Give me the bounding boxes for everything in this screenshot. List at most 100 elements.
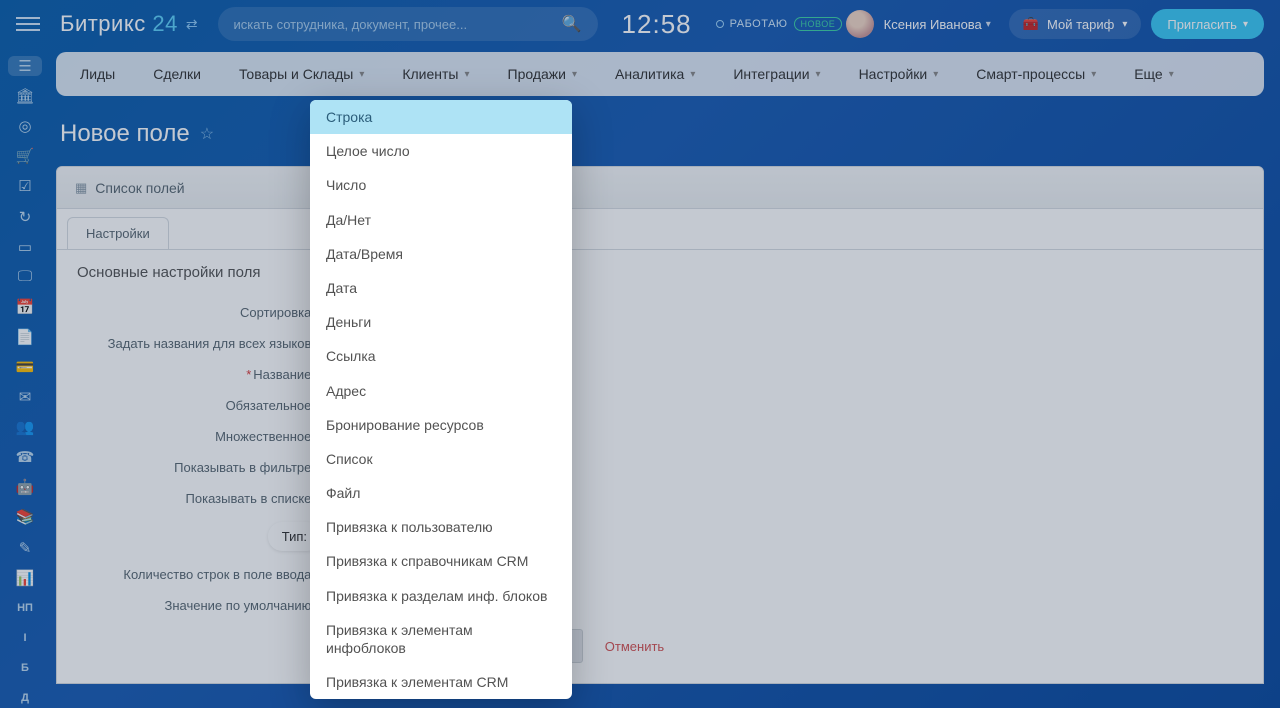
nav-tab-label: Лиды <box>80 66 115 82</box>
rail-chart-icon[interactable]: 📊 <box>8 568 42 588</box>
logo-suffix: 24 <box>152 11 177 36</box>
chevron-down-icon: ▾ <box>1091 69 1096 80</box>
nav-tab-label: Клиенты <box>402 66 458 82</box>
dropdown-option[interactable]: Привязка к пользователю <box>310 510 572 544</box>
rail-calendar-icon[interactable]: 📅 <box>8 297 42 317</box>
work-status[interactable]: РАБОТАЮ НОВОЕ <box>716 17 843 31</box>
search-box[interactable]: 🔍 <box>218 7 598 41</box>
dropdown-option[interactable]: Дата <box>310 271 572 305</box>
page-title: Новое поле ☆ <box>60 120 1264 148</box>
left-rail: ☰ 🏛 ◎ 🛒 ☑ ↻ ▭ 🖵 📅 📄 💳 ✉ 👥 ☎ 🤖 📚 ✎ 📊 НП І… <box>0 48 50 708</box>
dropdown-option[interactable]: Привязка к элементам инфоблоков <box>310 613 572 665</box>
rail-wallet-icon[interactable]: 💳 <box>8 357 42 377</box>
tariff-label: Мой тариф <box>1047 17 1114 32</box>
rail-b[interactable]: Б <box>8 658 42 678</box>
invite-button[interactable]: Пригласить ▾ <box>1151 9 1264 39</box>
favorite-star-icon[interactable]: ☆ <box>200 124 214 144</box>
tariff-button[interactable]: 🧰 Мой тариф ▾ <box>1009 9 1142 39</box>
dropdown-option[interactable]: Строка <box>310 100 572 134</box>
form-panel: ▦ Список полей Настройки Основные настро… <box>56 166 1264 684</box>
logo-switch-icon[interactable]: ⇄ <box>186 16 198 33</box>
nav-tab[interactable]: Продажи ▾ <box>490 52 596 96</box>
dropdown-option[interactable]: Адрес <box>310 374 572 408</box>
dropdown-option[interactable]: Число <box>310 168 572 202</box>
dropdown-option[interactable]: Файл <box>310 476 572 510</box>
dropdown-option[interactable]: Привязка к справочникам CRM <box>310 544 572 578</box>
rail-np[interactable]: НП <box>8 598 42 618</box>
chevron-down-icon: ▾ <box>572 69 577 80</box>
topbar: Битрикс 24 ⇄ 🔍 12:58 РАБОТАЮ НОВОЕ Ксени… <box>0 0 1280 48</box>
chevron-down-icon: ▾ <box>359 69 364 80</box>
nav-tab[interactable]: Сделки <box>135 52 219 96</box>
rail-card-icon[interactable]: ▭ <box>8 237 42 257</box>
nav-tab[interactable]: Аналитика▾ <box>597 52 713 96</box>
label-sort: Сортировка: <box>77 305 321 320</box>
chevron-down-icon: ▾ <box>816 69 821 80</box>
nav-tab[interactable]: Еще▾ <box>1116 52 1192 96</box>
label-rows: Количество строк в поле ввода: <box>77 567 321 582</box>
chevron-down-icon: ▾ <box>1122 19 1127 30</box>
rail-check-icon[interactable]: ☑ <box>8 176 42 196</box>
dropdown-option[interactable]: Целое число <box>310 134 572 168</box>
rail-i[interactable]: І <box>8 628 42 648</box>
tab-settings[interactable]: Настройки <box>67 217 169 249</box>
rail-book-icon[interactable]: 📚 <box>8 507 42 527</box>
nav-tab[interactable]: Интеграции▾ <box>715 52 838 96</box>
username[interactable]: Ксения Иванова <box>884 17 982 32</box>
rail-robot-icon[interactable]: 🤖 <box>8 477 42 497</box>
rail-refresh-icon[interactable]: ↻ <box>8 206 42 226</box>
dropdown-option[interactable]: Да/Нет <box>310 203 572 237</box>
rail-target-icon[interactable]: ◎ <box>8 116 42 136</box>
menu-toggle[interactable] <box>16 12 40 36</box>
type-dropdown[interactable]: СтрокаЦелое числоЧислоДа/НетДата/ВремяДа… <box>310 100 572 699</box>
rail-cart-icon[interactable]: 🛒 <box>8 146 42 166</box>
nav-tab-label: Настройки <box>859 66 928 82</box>
label-name: *Название: <box>77 367 321 382</box>
rail-pencil-icon[interactable]: ✎ <box>8 538 42 558</box>
avatar[interactable] <box>846 10 874 38</box>
search-input[interactable] <box>234 17 562 32</box>
dropdown-option[interactable]: Привязка к элементам CRM <box>310 665 572 699</box>
label-required: Обязательное: <box>77 398 321 413</box>
rail-doc-icon[interactable]: 📄 <box>8 327 42 347</box>
rail-d[interactable]: Д <box>8 688 42 708</box>
search-icon: 🔍 <box>562 14 582 34</box>
clock: 12:58 <box>622 9 692 40</box>
nav-tab[interactable]: Клиенты▾ <box>384 52 487 96</box>
rail-people-icon[interactable]: 👥 <box>8 417 42 437</box>
status-label: РАБОТАЮ <box>730 18 788 30</box>
rail-phone-icon[interactable]: ☎ <box>8 447 42 467</box>
nav-tab[interactable]: Товары и Склады ▾ <box>221 52 382 96</box>
panel-list-link[interactable]: ▦ Список полей <box>57 167 1263 209</box>
dropdown-option[interactable]: Привязка к разделам инф. блоков <box>310 579 572 613</box>
rail-building-icon[interactable]: 🏛 <box>8 86 42 106</box>
dropdown-option[interactable]: Бронирование ресурсов <box>310 408 572 442</box>
nav-tab-label: Продажи <box>508 66 566 82</box>
page-title-text: Новое поле <box>60 120 190 148</box>
nav-tab-label: Смарт-процессы <box>976 66 1085 82</box>
rail-monitor-icon[interactable]: 🖵 <box>8 267 42 287</box>
nav-tab-label: Аналитика <box>615 66 684 82</box>
logo[interactable]: Битрикс 24 <box>60 11 178 37</box>
label-multiple: Множественное: <box>77 429 321 444</box>
cancel-button[interactable]: Отменить <box>597 629 672 663</box>
dropdown-option[interactable]: Дата/Время <box>310 237 572 271</box>
dropdown-option[interactable]: Ссылка <box>310 339 572 373</box>
chevron-down-icon[interactable]: ▾ <box>986 19 991 30</box>
dropdown-option[interactable]: Деньги <box>310 305 572 339</box>
nav-tab[interactable]: Настройки ▾ <box>841 52 957 96</box>
chevron-down-icon: ▾ <box>1169 69 1174 80</box>
chevron-down-icon: ▾ <box>933 69 938 80</box>
invite-label: Пригласить <box>1167 17 1237 32</box>
panel-body: Основные настройки поля Сортировка: Зада… <box>57 249 1263 683</box>
rail-mail-icon[interactable]: ✉ <box>8 387 42 407</box>
status-dot-icon <box>716 20 724 28</box>
nav-tabs: ЛидыСделкиТовары и Склады▾Клиенты▾Продаж… <box>56 52 1264 96</box>
list-icon: ▦ <box>75 180 87 196</box>
nav-tab-label: Товары и Склады <box>239 66 353 82</box>
dropdown-option[interactable]: Список <box>310 442 572 476</box>
status-badge: НОВОЕ <box>794 17 843 31</box>
rail-filter-icon[interactable]: ☰ <box>8 56 42 76</box>
nav-tab[interactable]: Смарт-процессы ▾ <box>958 52 1114 96</box>
nav-tab[interactable]: Лиды <box>62 52 133 96</box>
